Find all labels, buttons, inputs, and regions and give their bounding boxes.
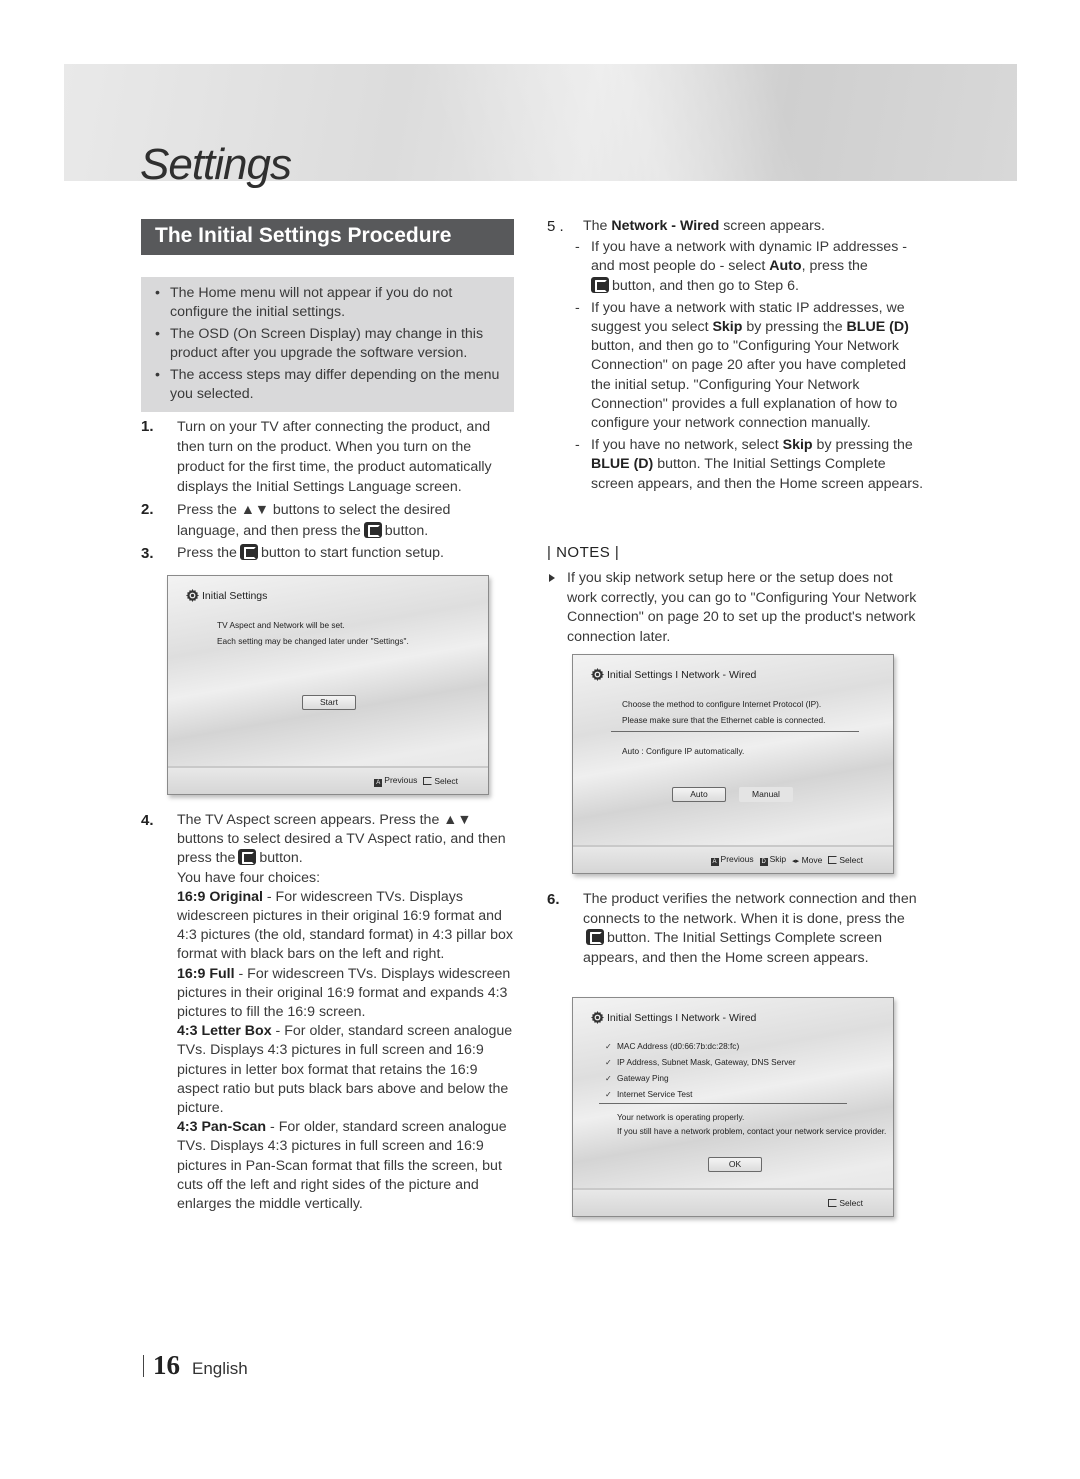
gear-icon — [591, 1011, 604, 1024]
osd-footer: A Previous D Skip ◂▸ Move Select — [573, 845, 893, 873]
step-text: button. — [259, 850, 303, 867]
osd-text: If you still have a network problem, con… — [617, 1126, 887, 1136]
a-key-icon: A — [374, 779, 383, 787]
osd-footer: A Previous Select — [168, 766, 488, 794]
checkmark-icon: ✓ — [605, 1074, 612, 1083]
a-key-icon: A — [710, 858, 719, 866]
start-button[interactable]: Start — [302, 695, 356, 710]
checkmark-icon: ✓ — [605, 1090, 612, 1099]
step-5: 5 . The Network - Wired screen appears. … — [547, 217, 925, 494]
check-item: ✓ Gateway Ping — [605, 1073, 669, 1083]
osd-title: Initial Settings — [202, 589, 268, 602]
step-text: Turn on your TV after connecting the pro… — [177, 419, 492, 495]
page-footer: 16 English — [143, 1350, 248, 1381]
step-4: 4. The TV Aspect screen appears. Press t… — [141, 811, 519, 1214]
osd-text: Auto : Configure IP automatically. — [622, 746, 745, 756]
checkmark-icon: ✓ — [605, 1058, 612, 1067]
step-text: The TV Aspect screen appears. Press the … — [177, 812, 506, 867]
page-title: Settings — [140, 140, 292, 189]
left-right-arrows-icon: ◂▸ — [792, 858, 800, 865]
triangle-bullet-icon — [549, 574, 555, 582]
osd-text: TV Aspect and Network will be set. — [217, 620, 345, 630]
osd-text: Your network is operating properly. — [617, 1112, 745, 1122]
manual-button[interactable]: Manual — [739, 787, 793, 802]
check-item: ✓ MAC Address (d0:66:7b:dc:28:fc) — [605, 1041, 740, 1051]
step-number: 3. — [141, 545, 154, 562]
enter-key-icon — [591, 276, 609, 293]
check-item: ✓ IP Address, Subnet Mask, Gateway, DNS S… — [605, 1057, 796, 1067]
osd-footer: Select — [573, 1188, 893, 1216]
step-number: 6. — [547, 891, 560, 908]
select-hint[interactable]: Select — [828, 855, 863, 865]
osd-initial-settings: Initial Settings TV Aspect and Network w… — [167, 575, 489, 795]
step-text: button to start function setup. — [260, 545, 444, 561]
sub-item: - If you have a network with static IP a… — [575, 299, 909, 432]
select-hint[interactable]: Select — [423, 776, 458, 786]
choices-intro: You have four choices: — [177, 869, 321, 886]
check-item: ✓ Internet Service Test — [605, 1089, 693, 1099]
page-number: 16 — [153, 1350, 180, 1380]
enter-key-icon — [363, 522, 382, 538]
section-title: The Initial Settings Procedure — [141, 219, 514, 255]
note-item: The access steps may differ depending on… — [153, 366, 504, 404]
osd-network-wired: Initial Settings I Network - Wired Choos… — [572, 654, 894, 874]
move-hint[interactable]: ◂▸ Move — [792, 855, 822, 865]
enter-key-icon — [239, 544, 258, 560]
osd-network-complete: Initial Settings I Network - Wired ✓ MAC … — [572, 997, 894, 1217]
osd-text: Choose the method to configure Internet … — [622, 699, 822, 709]
choice-name: 4:3 Pan-Scan — [177, 1119, 267, 1136]
sub-item: - If you have a network with dynamic IP … — [575, 239, 907, 294]
page-language: English — [192, 1359, 248, 1378]
step-number: 4. — [141, 812, 154, 829]
choice-name: 16:9 Original — [177, 888, 263, 905]
step-6: 6. The product verifies the network conn… — [547, 890, 925, 968]
step-1: 1. Turn on your TV after connecting the … — [141, 417, 516, 497]
divider — [143, 1354, 144, 1377]
step-number: 1. — [141, 418, 154, 435]
osd-text: Please make sure that the Ethernet cable… — [622, 715, 826, 725]
note-box: The Home menu will not appear if you do … — [141, 277, 514, 412]
sub-item: - If you have no network, select Skip by… — [575, 437, 924, 492]
osd-text: Each setting may be changed later under … — [217, 636, 409, 646]
note-item: The Home menu will not appear if you do … — [153, 284, 504, 322]
choice-name: 4:3 Letter Box — [177, 1023, 272, 1040]
step-2: 2. Press the ▲▼ buttons to select the de… — [141, 500, 516, 542]
step-text: button. — [384, 523, 429, 539]
osd-title: Initial Settings I Network - Wired — [607, 1011, 757, 1024]
divider — [611, 731, 859, 732]
previous-hint[interactable]: A Previous — [710, 854, 754, 866]
d-key-icon: D — [759, 858, 768, 866]
enter-key-icon — [238, 849, 257, 866]
enter-icon — [423, 777, 433, 785]
enter-icon — [828, 1199, 838, 1207]
enter-key-icon — [586, 929, 604, 945]
divider — [599, 1103, 847, 1104]
step-text: button. The Initial Settings Complete sc… — [583, 930, 882, 966]
checkmark-icon: ✓ — [605, 1042, 612, 1051]
step-text: Press the — [177, 545, 237, 561]
notes-item: If you skip network setup here or the se… — [547, 569, 917, 647]
osd-title: Initial Settings I Network - Wired — [607, 668, 757, 681]
previous-hint[interactable]: A Previous — [374, 775, 417, 787]
ok-button[interactable]: OK — [708, 1157, 762, 1172]
step-number: 5 . — [547, 218, 564, 235]
skip-hint[interactable]: D Skip — [759, 854, 786, 866]
step-text: The product verifies the network connect… — [583, 891, 917, 927]
gear-icon — [591, 668, 604, 681]
auto-button[interactable]: Auto — [672, 787, 726, 802]
select-hint[interactable]: Select — [828, 1198, 863, 1208]
screen-name: Network - Wired — [611, 218, 720, 234]
step-number: 2. — [141, 501, 154, 518]
enter-icon — [828, 856, 838, 864]
note-item: The OSD (On Screen Display) may change i… — [153, 325, 504, 363]
notes-heading: | NOTES | — [547, 544, 620, 561]
step-3: 3. Press the button to start function set… — [141, 544, 516, 564]
gear-icon — [186, 589, 199, 602]
choice-name: 16:9 Full — [177, 965, 235, 982]
